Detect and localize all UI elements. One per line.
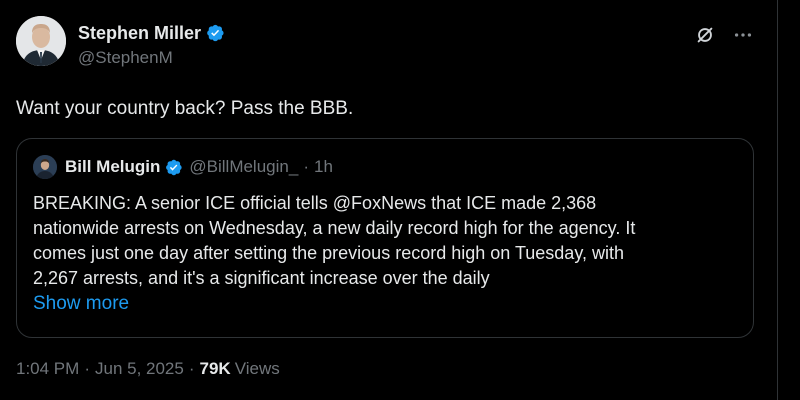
tweet-time[interactable]: 1:04 PM: [16, 359, 79, 379]
show-more-link[interactable]: Show more: [33, 293, 129, 315]
more-options-icon[interactable]: [732, 24, 754, 46]
quoted-body-line: nationwide arrests on Wednesday, a new d…: [33, 218, 636, 238]
quoted-tweet[interactable]: Bill Melugin @BillMelugin_ · 1h BREAKING…: [16, 138, 754, 338]
verified-badge-icon: [166, 159, 183, 175]
author-display-name[interactable]: Stephen Miller: [78, 23, 201, 44]
tweet-header: Stephen Miller @StephenM: [16, 16, 762, 76]
quoted-author-handle[interactable]: @BillMelugin_: [189, 157, 298, 177]
quoted-tweet-body: BREAKING: A senior ICE official tells @F…: [33, 191, 737, 291]
quoted-separator: ·: [303, 157, 309, 176]
author-handle[interactable]: @StephenM: [78, 48, 225, 68]
meta-separator: ·: [188, 359, 195, 378]
quoted-tweet-header: Bill Melugin @BillMelugin_ · 1h: [33, 155, 737, 179]
author-name-row: Stephen Miller: [78, 21, 225, 45]
tweet-date[interactable]: Jun 5, 2025: [95, 359, 184, 379]
quoted-body-line: comes just one day after setting the pre…: [33, 243, 624, 263]
views-label[interactable]: Views: [235, 359, 280, 379]
author-avatar[interactable]: [16, 16, 66, 66]
tweet-meta: 1:04 PM · Jun 5, 2025 · 79K Views: [16, 359, 762, 379]
quoted-timestamp[interactable]: 1h: [314, 157, 333, 177]
views-count[interactable]: 79K: [200, 359, 231, 379]
tweet: Stephen Miller @StephenM Want your count…: [16, 16, 762, 379]
tweet-text: Want your country back? Pass the BBB.: [16, 98, 354, 119]
verified-badge-icon[interactable]: [205, 23, 225, 43]
tweet-actions: [694, 24, 754, 46]
quoted-body-line: 2,267 arrests, and it's a significant in…: [33, 268, 490, 288]
meta-separator: ·: [84, 359, 90, 378]
quoted-author-display-name[interactable]: Bill Melugin: [65, 157, 160, 177]
grok-icon[interactable]: [694, 24, 716, 46]
quoted-author-avatar: [33, 155, 57, 179]
author-info: Stephen Miller @StephenM: [78, 16, 225, 68]
column-divider: [777, 0, 778, 400]
tweet-screenshot: Stephen Miller @StephenM Want your count…: [0, 0, 800, 400]
quoted-body-line: BREAKING: A senior ICE official tells @F…: [33, 193, 597, 213]
